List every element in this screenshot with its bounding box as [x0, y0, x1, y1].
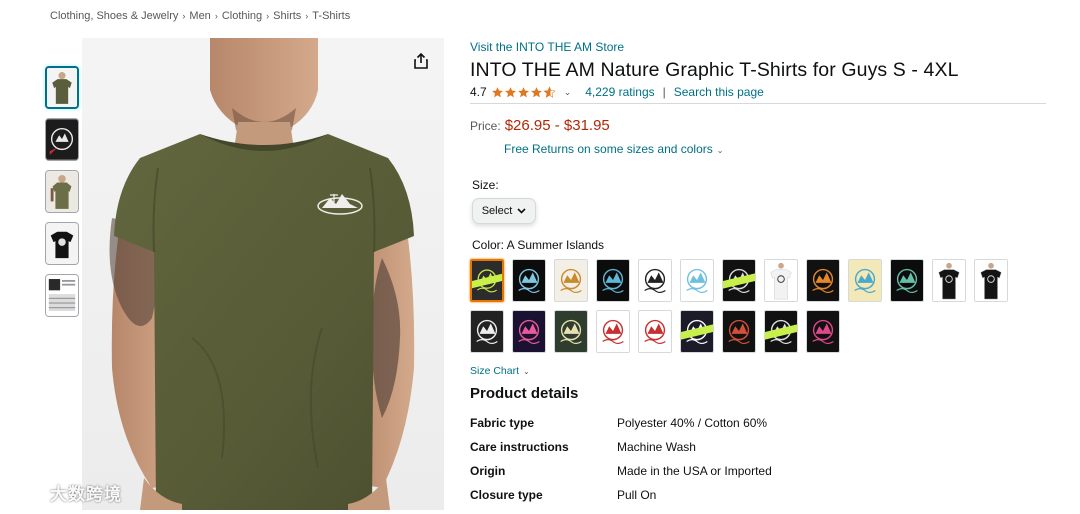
- detail-value: Made in the USA or Imported: [617, 464, 772, 479]
- color-swatch[interactable]: [848, 259, 882, 303]
- thumbnail-list: [45, 66, 79, 317]
- chevron-down-icon[interactable]: ⌄: [564, 87, 572, 98]
- breadcrumb-clothing[interactable]: Clothing: [222, 10, 262, 22]
- watermark-text: 大数跨境: [50, 485, 122, 504]
- main-product-image[interactable]: [82, 38, 444, 510]
- free-returns-label: Free Returns on some sizes and colors: [504, 142, 713, 157]
- table-row: Origin Made in the USA or Imported: [470, 464, 1046, 488]
- thumbnail-model-side-view[interactable]: [45, 170, 79, 213]
- thumbnail-size-chart[interactable]: [45, 274, 79, 317]
- free-returns-link[interactable]: Free Returns on some sizes and colors ⌄: [504, 142, 1046, 156]
- detail-value: Polyester 40% / Cotton 60%: [617, 416, 768, 431]
- search-page-link[interactable]: Search this page: [674, 85, 764, 99]
- color-swatch[interactable]: [722, 259, 756, 303]
- color-swatch[interactable]: [512, 259, 546, 303]
- divider-line: [470, 103, 1046, 105]
- thumbnail-olive-tee-front[interactable]: [45, 66, 79, 109]
- ratings-count-link[interactable]: 4,229 ratings: [585, 85, 654, 99]
- breadcrumb-men[interactable]: Men: [189, 10, 210, 22]
- product-details-heading: Product details: [470, 385, 579, 403]
- color-swatch[interactable]: [764, 259, 798, 303]
- star-icon: [530, 86, 542, 98]
- color-swatch[interactable]: [470, 310, 504, 354]
- breadcrumb-t-shirts[interactable]: T-Shirts: [312, 10, 350, 22]
- breadcrumb-shirts[interactable]: Shirts: [273, 10, 301, 22]
- table-row: Fabric type Polyester 40% / Cotton 60%: [470, 416, 1046, 440]
- color-swatch[interactable]: [974, 259, 1008, 303]
- color-swatch-grid: [470, 259, 1046, 354]
- color-swatch[interactable]: [596, 310, 630, 354]
- color-swatch[interactable]: [806, 259, 840, 303]
- table-row: Closure type Pull On: [470, 488, 1046, 512]
- rating-value: 4.7: [470, 85, 487, 100]
- star-icon: [517, 86, 529, 98]
- divider: |: [662, 85, 666, 100]
- size-chart-label: Size Chart: [470, 365, 520, 378]
- chevron-down-icon: ⌄: [523, 367, 530, 377]
- size-select-dropdown[interactable]: Select: [472, 198, 536, 225]
- color-swatch[interactable]: [680, 259, 714, 303]
- rating-row: 4.7 ⌄ 4,229 ratings | Search this page: [470, 85, 1046, 99]
- detail-key: Closure type: [470, 488, 543, 503]
- chevron-right-icon: ›: [182, 11, 186, 21]
- thumbnail-black-tee-flat[interactable]: [45, 222, 79, 265]
- half-star-icon: [543, 86, 556, 98]
- breadcrumb-clothing-shoes-jewelry[interactable]: Clothing, Shoes & Jewelry: [50, 10, 178, 22]
- color-swatch[interactable]: [512, 310, 546, 354]
- color-swatch[interactable]: [764, 310, 798, 354]
- breadcrumb: Clothing, Shoes & Jewelry › Men › Clothi…: [50, 10, 350, 22]
- price-value: $26.95 - $31.95: [504, 117, 610, 135]
- chevron-right-icon: ›: [266, 11, 270, 21]
- chevron-right-icon: ›: [305, 11, 309, 21]
- price-row: Price: $26.95 - $31.95: [470, 117, 1046, 134]
- table-row: Care instructions Machine Wash: [470, 440, 1046, 464]
- model-wearing-olive-tee-image: [82, 38, 444, 510]
- size-select-value: Select: [481, 205, 513, 218]
- price-label: Price:: [470, 119, 501, 134]
- chevron-down-icon: ⌄: [716, 146, 724, 156]
- color-swatch[interactable]: [932, 259, 966, 303]
- color-swatch[interactable]: [722, 310, 756, 354]
- color-swatch[interactable]: [890, 259, 924, 303]
- color-label: Color: A Summer Islands: [472, 238, 605, 253]
- detail-key: Origin: [470, 464, 506, 479]
- size-chart-link[interactable]: Size Chart ⌄: [470, 365, 1046, 377]
- product-details-column: Visit the INTO THE AM Store INTO THE AM …: [470, 40, 1046, 512]
- star-rating[interactable]: [491, 86, 556, 99]
- detail-key: Care instructions: [470, 440, 569, 455]
- product-title: INTO THE AM Nature Graphic T-Shirts for …: [470, 59, 959, 81]
- star-icon: [491, 86, 503, 98]
- color-swatch[interactable]: [554, 259, 588, 303]
- chevron-down-icon: [517, 208, 526, 215]
- color-swatch[interactable]: [638, 310, 672, 354]
- color-swatch[interactable]: [470, 259, 504, 303]
- detail-key: Fabric type: [470, 416, 535, 431]
- thumbnail-design-closeup[interactable]: [45, 118, 79, 161]
- watermark-icon: [10, 484, 42, 501]
- color-swatch[interactable]: [638, 259, 672, 303]
- color-swatch[interactable]: [596, 259, 630, 303]
- chevron-right-icon: ›: [214, 11, 218, 21]
- star-icon: [504, 86, 516, 98]
- detail-value: Machine Wash: [617, 440, 696, 455]
- product-details-table: Fabric type Polyester 40% / Cotton 60% C…: [470, 416, 1046, 512]
- color-swatch[interactable]: [680, 310, 714, 354]
- watermark-logo: 大数跨境: [8, 480, 122, 505]
- size-label: Size:: [472, 178, 499, 193]
- color-swatch[interactable]: [554, 310, 588, 354]
- color-swatch[interactable]: [806, 310, 840, 354]
- share-icon[interactable]: [412, 52, 430, 70]
- store-link[interactable]: Visit the INTO THE AM Store: [470, 40, 1046, 54]
- detail-value: Pull On: [617, 488, 657, 503]
